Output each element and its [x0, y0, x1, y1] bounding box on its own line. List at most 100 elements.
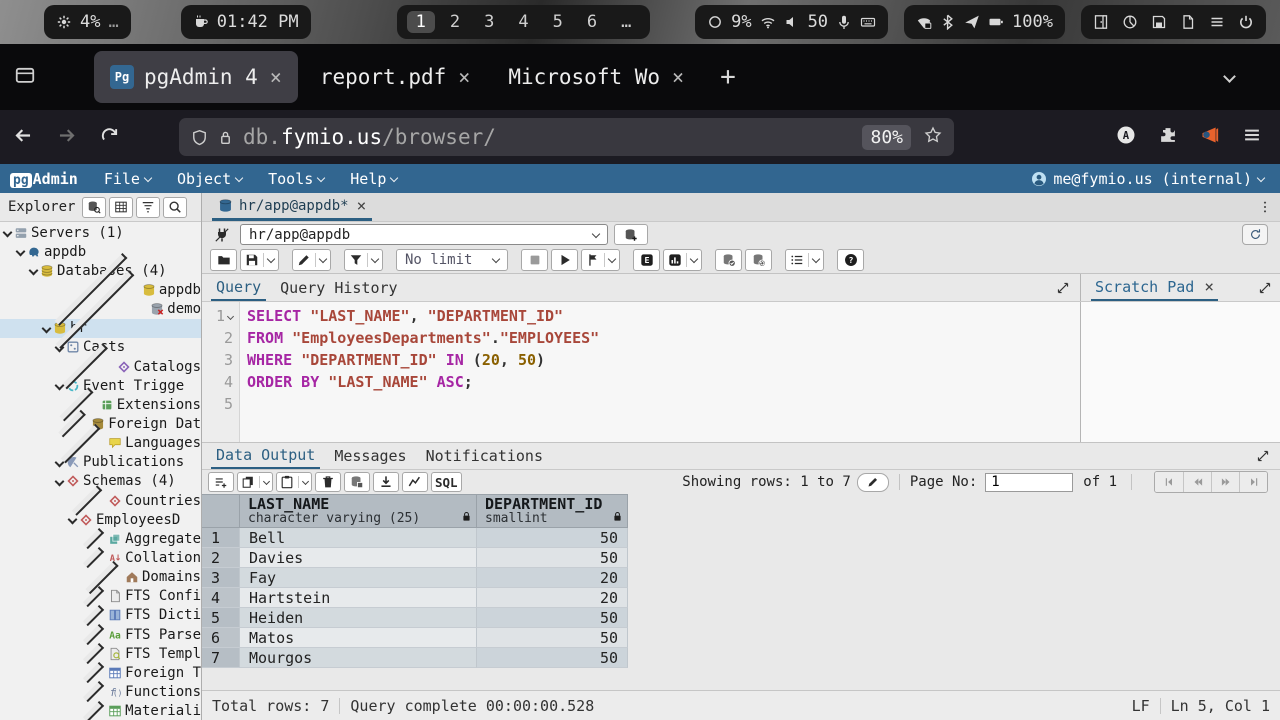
chevron-down-icon[interactable]: [608, 255, 616, 263]
tree-item-aggregate[interactable]: Aggregate: [0, 529, 201, 548]
collapse-chevron-icon[interactable]: [42, 323, 52, 333]
execute-options-button[interactable]: [581, 249, 620, 271]
workspace-1[interactable]: 1: [407, 11, 435, 33]
save-data-button[interactable]: [344, 472, 370, 492]
nav-last-button[interactable]: [1239, 472, 1267, 492]
expand-chevron-icon[interactable]: [83, 605, 104, 626]
row-number[interactable]: 7: [202, 648, 240, 668]
tree-item-extensions[interactable]: Extensions: [0, 395, 201, 414]
back-button[interactable]: [14, 126, 33, 149]
connection-select[interactable]: hr/app@appdb: [240, 224, 608, 245]
page-number-input[interactable]: [985, 473, 1073, 492]
cell-last-name[interactable]: Bell: [240, 528, 477, 548]
tree-item-foreign-t[interactable]: Foreign T: [0, 663, 201, 682]
cell-department-id[interactable]: 50: [477, 548, 628, 568]
tree-item-functions[interactable]: f()Functions: [0, 682, 201, 701]
cell-department-id[interactable]: 20: [477, 568, 628, 588]
browser-tab-microsoft-wo[interactable]: Microsoft Wo×: [492, 51, 700, 103]
list-tabs-button[interactable]: [1225, 68, 1234, 87]
workspace-6[interactable]: 6: [578, 11, 606, 33]
stop-button[interactable]: [521, 249, 548, 271]
browser-tab-pgadmin-4[interactable]: PgpgAdmin 4×: [94, 51, 298, 103]
open-file-button[interactable]: [210, 249, 237, 271]
tab-data-output[interactable]: Data Output: [211, 443, 320, 469]
chevron-down-icon[interactable]: [371, 255, 379, 263]
search-button[interactable]: [163, 197, 187, 218]
url-bar[interactable]: db.fymio.us/browser/ 80%: [179, 118, 954, 156]
chevron-down-icon[interactable]: [263, 477, 270, 484]
nav-next-button[interactable]: [1211, 472, 1239, 492]
copy-button[interactable]: [237, 472, 273, 492]
browser-tab-report-pdf[interactable]: report.pdf×: [304, 51, 486, 103]
tree-item-fts-templ[interactable]: FTS Templ: [0, 644, 201, 663]
collapse-chevron-icon[interactable]: [55, 476, 65, 486]
profile-button[interactable]: A: [1116, 125, 1136, 149]
more-options-icon[interactable]: [1258, 200, 1272, 214]
cell-department-id[interactable]: 20: [477, 588, 628, 608]
cell-last-name[interactable]: Davies: [240, 548, 477, 568]
nav-first-button[interactable]: [1155, 472, 1183, 492]
expand-chevron-icon[interactable]: [83, 547, 104, 568]
cell-last-name[interactable]: Hartstein: [240, 588, 477, 608]
download-button[interactable]: [373, 472, 399, 492]
lock-icon[interactable]: [217, 129, 234, 146]
close-tab-icon[interactable]: ×: [357, 198, 367, 214]
new-tab-button[interactable]: +: [712, 62, 744, 92]
expand-chevron-icon[interactable]: [83, 681, 104, 702]
row-limit-select[interactable]: No limit: [396, 249, 508, 271]
menu-tools[interactable]: Tools: [268, 170, 324, 188]
chevron-down-icon[interactable]: [267, 255, 275, 263]
filter-button[interactable]: [344, 249, 383, 271]
sql-line-2[interactable]: FROM "EmployeesDepartments"."EMPLOYEES": [247, 327, 1080, 349]
row-number[interactable]: 3: [202, 568, 240, 588]
bookmark-button[interactable]: [924, 125, 942, 149]
expand-chevron-icon[interactable]: [83, 528, 104, 549]
tree-item-hr[interactable]: hr: [0, 319, 201, 338]
tree-item-event-trigge[interactable]: Event Trigge: [0, 376, 201, 395]
cell-department-id[interactable]: 50: [477, 608, 628, 628]
cell-department-id[interactable]: 50: [477, 628, 628, 648]
collapse-chevron-icon[interactable]: [16, 247, 26, 257]
clock-pill[interactable]: 01:42 PM: [181, 5, 311, 39]
tree-item-catalogs[interactable]: Catalogs: [0, 357, 201, 376]
tree-item-collation[interactable]: ACollation: [0, 548, 201, 567]
workspace-2[interactable]: 2: [441, 11, 469, 33]
column-header-department-id[interactable]: DEPARTMENT_IDsmallint: [477, 495, 628, 527]
cell-last-name[interactable]: Matos: [240, 628, 477, 648]
filtered-rows-button[interactable]: [136, 197, 160, 218]
expand-chevron-icon[interactable]: [83, 643, 104, 664]
menu-help[interactable]: Help: [350, 170, 397, 188]
workspaces-pill[interactable]: 123456…: [397, 5, 651, 39]
sql-line-3[interactable]: WHERE "DEPARTMENT_ID" IN (20, 50): [247, 349, 1080, 371]
menu-object[interactable]: Object: [177, 170, 242, 188]
row-number[interactable]: 1: [202, 528, 240, 548]
sql-code[interactable]: SELECT "LAST_NAME", "DEPARTMENT_ID"FROM …: [240, 302, 1080, 442]
workspace-[interactable]: …: [612, 11, 640, 33]
tree-item-foreign-dat[interactable]: Foreign Dat: [0, 414, 201, 433]
row-number[interactable]: 5: [202, 608, 240, 628]
collapse-chevron-icon[interactable]: [68, 515, 78, 525]
shield-icon[interactable]: [191, 129, 208, 146]
tree-item-fts-dicti[interactable]: FTS Dicti: [0, 606, 201, 625]
cell-department-id[interactable]: 50: [477, 648, 628, 668]
cpu-pill[interactable]: 4%…: [44, 5, 131, 39]
zoom-level-badge[interactable]: 80%: [862, 125, 911, 150]
forward-button[interactable]: [57, 126, 76, 149]
edit-rows-button[interactable]: [857, 473, 889, 492]
chevron-down-icon[interactable]: [812, 255, 820, 263]
delete-row-button[interactable]: [315, 472, 341, 492]
tree-item-servers-1[interactable]: Servers (1): [0, 223, 201, 242]
resources-pill[interactable]: 9%50: [695, 5, 888, 39]
add-row-button[interactable]: [208, 472, 234, 492]
expand-panel-icon[interactable]: [1258, 281, 1272, 295]
reset-layout-button[interactable]: [1242, 224, 1268, 245]
quick-pill[interactable]: [1081, 5, 1266, 39]
tree-item-languages[interactable]: Languages: [0, 434, 201, 453]
chevron-down-icon[interactable]: [302, 477, 309, 484]
new-connection-button[interactable]: [614, 224, 648, 245]
cell-last-name[interactable]: Fay: [240, 568, 477, 588]
connection-status-button[interactable]: [208, 224, 236, 245]
save-button[interactable]: [240, 249, 279, 271]
edit-button[interactable]: [292, 249, 331, 271]
close-tab-icon[interactable]: ×: [458, 67, 470, 87]
